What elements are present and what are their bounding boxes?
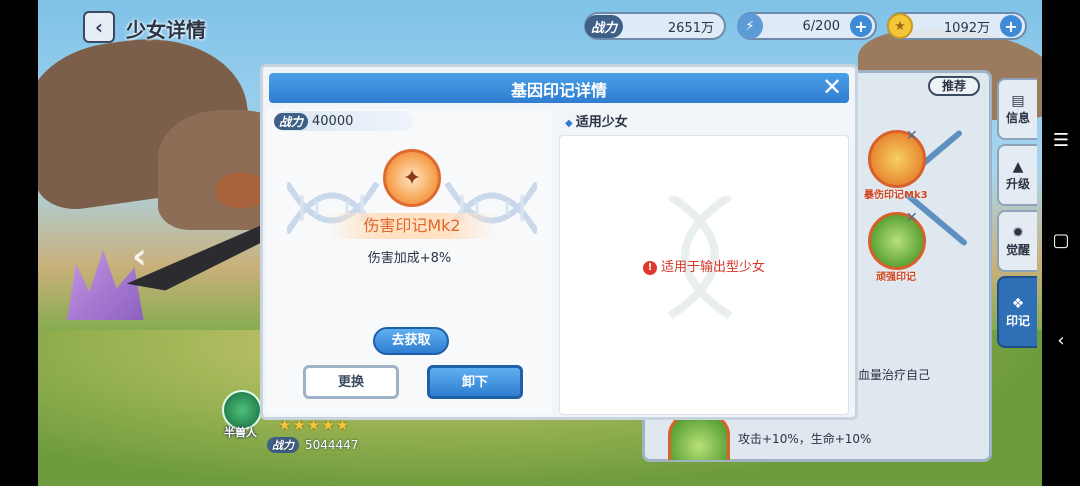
tab-awaken-label: 觉醒 xyxy=(1005,242,1030,257)
tab-mark-label: 印记 xyxy=(1005,313,1030,328)
character-power-value: 5044447 xyxy=(305,438,359,452)
back-icon[interactable]: ‹ xyxy=(1042,330,1080,351)
previous-character-arrow-icon[interactable]: ‹ xyxy=(132,236,147,277)
gene-power-value: 40000 xyxy=(312,113,354,129)
tab-upgrade[interactable]: ▲ 升级 xyxy=(997,144,1037,206)
side-tab-bar: ▤ 信息 ▲ 升级 ✹ 觉醒 ❖ 印记 xyxy=(997,78,1037,348)
gene-mark-detail-dialog: 基因印记详情 ✕ 战力 40000 ✦ 伤害印记Mk2 伤害加成+8% 去获取 … xyxy=(260,64,858,420)
dialog-header: 基因印记详情 ✕ xyxy=(269,73,849,103)
close-icon[interactable]: ✕ xyxy=(819,75,845,101)
gold-display: ★ 1092万 + xyxy=(887,12,1027,40)
power-label: 战力 xyxy=(274,112,309,130)
back-button[interactable]: ‹ xyxy=(83,11,115,43)
tab-upgrade-label: 升级 xyxy=(1005,176,1030,191)
stamina-icon: ⚡ xyxy=(737,13,763,39)
gold-value: 1092万 xyxy=(943,20,990,36)
applicable-message: ! 适用于输出型少女 xyxy=(560,256,848,275)
applicable-title-text: 适用少女 xyxy=(575,115,628,130)
remove-icon[interactable]: ✕ xyxy=(906,210,918,226)
applicable-girls-list: ! 适用于输出型少女 xyxy=(559,135,849,415)
gene-power-chip: 战力 40000 xyxy=(274,111,413,131)
skill-description: 血量治疗自己 xyxy=(858,368,931,382)
stat-bonus-text: 攻击+10%，生命+10% xyxy=(738,432,872,446)
coin-icon: ★ xyxy=(887,13,913,39)
diamond-icon: ◆ xyxy=(565,118,573,129)
tab-info-label: 信息 xyxy=(1005,110,1030,125)
menu-icon[interactable]: ☰ xyxy=(1042,130,1080,151)
recommend-button[interactable]: 推荐 xyxy=(928,76,980,96)
character-power: 战力 5044447 xyxy=(267,436,359,454)
damage-mark-icon: ✦ xyxy=(383,149,441,207)
applicable-girls-pane: ◆ 适用少女 ! 适用于输出型少女 xyxy=(559,109,851,415)
awaken-icon: ✹ xyxy=(1012,224,1024,241)
dialog-title: 基因印记详情 xyxy=(510,81,607,100)
home-icon[interactable]: ▢ xyxy=(1042,230,1080,251)
upgrade-icon: ▲ xyxy=(1012,158,1024,175)
gene-effect: 伤害加成+8% xyxy=(367,251,452,266)
total-power-display: 战力 2651万 xyxy=(584,12,726,40)
gene-slot-2-label: 顽强印记 xyxy=(876,272,916,283)
chevron-left-icon: ‹ xyxy=(94,15,104,39)
power-label: 战力 xyxy=(585,14,624,38)
remove-icon[interactable]: ✕ xyxy=(906,128,918,144)
gene-name: 伤害印记Mk2 xyxy=(327,213,497,239)
stamina-value: 6/200 xyxy=(802,18,840,34)
unload-button[interactable]: 卸下 xyxy=(427,365,523,399)
page-title: 少女详情 xyxy=(126,18,206,42)
warning-icon: ! xyxy=(642,260,657,275)
gene-slot-1-label: 暴伤印记Mk3 xyxy=(864,190,928,201)
applicable-message-text: 适用于输出型少女 xyxy=(660,260,765,275)
info-icon: ▤ xyxy=(1011,92,1025,109)
add-gold-button[interactable]: + xyxy=(1000,15,1022,37)
applicable-title: ◆ 适用少女 xyxy=(565,111,628,130)
power-value: 2651万 xyxy=(667,20,714,36)
bird-sprite xyxy=(216,172,266,208)
stamina-display: ⚡ 6/200 + xyxy=(737,12,877,40)
obtain-button[interactable]: 去获取 xyxy=(373,327,449,355)
replace-button[interactable]: 更换 xyxy=(303,365,399,399)
tab-mark[interactable]: ❖ 印记 xyxy=(997,276,1037,348)
power-label: 战力 xyxy=(267,437,299,453)
character-race: 半兽人 xyxy=(224,426,257,439)
add-stamina-button[interactable]: + xyxy=(850,15,872,37)
mark-icon: ❖ xyxy=(1011,295,1025,312)
tab-info[interactable]: ▤ 信息 xyxy=(997,78,1037,140)
dna-watermark-icon xyxy=(667,196,733,320)
system-navigation-bar: ☰ ▢ ‹ xyxy=(1042,0,1080,486)
tab-awaken[interactable]: ✹ 觉醒 xyxy=(997,210,1037,272)
gene-info-pane: 战力 40000 ✦ 伤害印记Mk2 伤害加成+8% 去获取 更换 卸下 xyxy=(267,109,552,415)
